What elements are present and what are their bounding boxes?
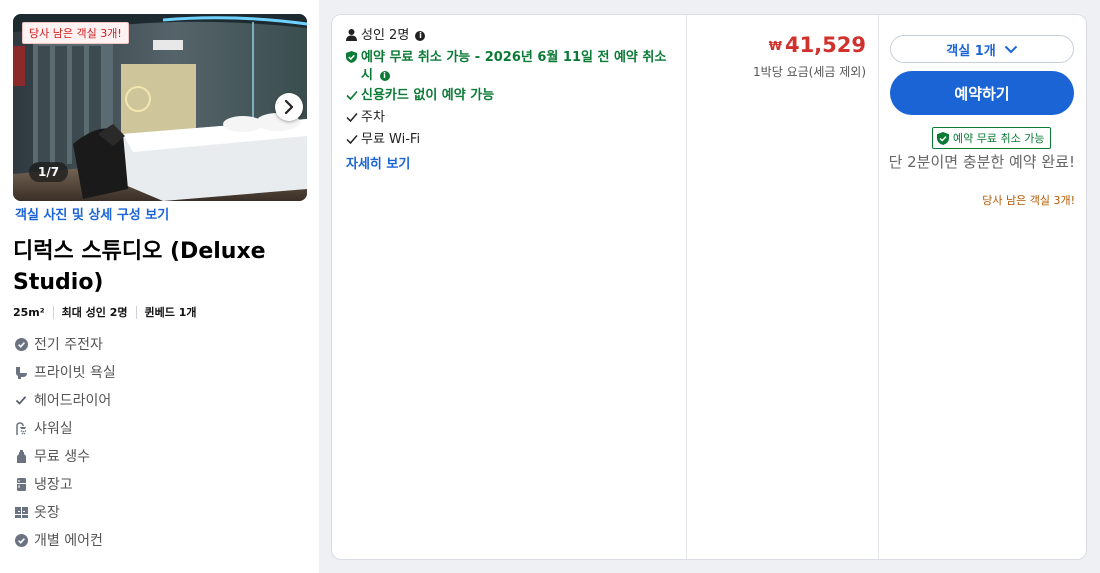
check-circle-icon <box>14 533 28 547</box>
scarcity-badge: 당사 남은 객실 3개! <box>22 22 129 44</box>
feature-guests: 성인 2명 i <box>346 27 676 47</box>
no-card-text: 신용카드 없이 예약 가능 <box>361 88 495 103</box>
price-note: 1박당 요금(세금 제외) <box>753 65 866 79</box>
info-icon[interactable]: i <box>415 31 426 41</box>
amenity-label: 프라이빗 욕실 <box>34 365 116 381</box>
room-count-label: 객실 1개 <box>946 43 996 59</box>
price: ₩41,529 <box>769 33 866 57</box>
amenity-label: 무료 생수 <box>34 449 90 465</box>
cancel-policy-text: 예약 무료 취소 가능 - 2026년 6월 11일 전 예약 취소 시 <box>361 50 667 83</box>
wardrobe-icon <box>14 505 28 519</box>
check-circle-icon <box>14 337 28 351</box>
room-capacity: 최대 성인 2명 <box>52 306 136 319</box>
shield-check-icon <box>346 49 361 69</box>
amenity-item: 헤어드라이어 <box>14 386 116 414</box>
room-title: 디럭스 스튜디오 (Deluxe Studio) <box>13 239 266 295</box>
amenity-item: 개별 에어컨 <box>14 526 116 554</box>
wifi-text: 무료 Wi-Fi <box>361 132 421 147</box>
amenity-label: 헤어드라이어 <box>34 393 112 409</box>
amenity-item: 옷장 <box>14 498 116 526</box>
chevron-down-icon <box>1004 45 1017 53</box>
details-link[interactable]: 자세히 보기 <box>346 153 676 172</box>
amenity-item: 무료 생수 <box>14 442 116 470</box>
bottle-icon <box>14 449 28 463</box>
amenity-label: 샤워실 <box>34 421 73 437</box>
chevron-right-icon <box>284 100 294 114</box>
free-cancel-badge: 예약 무료 취소 가능 <box>932 127 1052 149</box>
info-icon[interactable]: i <box>379 71 390 81</box>
currency-symbol: ₩ <box>768 39 782 53</box>
room-specs: 25m² 최대 성인 2명 퀸베드 1개 <box>13 306 204 319</box>
amenity-item: 전기 주전자 <box>14 330 116 358</box>
amenity-label: 전기 주전자 <box>34 337 103 353</box>
toilet-icon <box>14 365 28 379</box>
amenity-item: 냉장고 <box>14 470 116 498</box>
check-icon <box>346 131 361 151</box>
check-icon <box>346 87 361 107</box>
room-photos-link[interactable]: 객실 사진 및 상세 구성 보기 <box>15 204 169 223</box>
parking-text: 주차 <box>361 110 385 125</box>
amenity-item: 프라이빗 욕실 <box>14 358 116 386</box>
amenities-list: 전기 주전자 프라이빗 욕실 헤어드라이어 샤워실 무료 생수 냉장고 옷장 개… <box>14 330 116 554</box>
fridge-icon <box>14 477 28 491</box>
check-icon <box>14 393 28 407</box>
next-photo-button[interactable] <box>275 93 303 121</box>
column-divider <box>878 15 879 559</box>
amenity-label: 냉장고 <box>34 477 73 493</box>
feature-parking: 주차 <box>346 109 676 129</box>
shower-icon <box>14 421 28 435</box>
shield-check-icon <box>937 131 949 145</box>
quick-booking-text: 단 2분이면 충분한 예약 완료! <box>888 153 1075 171</box>
room-size: 25m² <box>13 306 45 319</box>
person-icon <box>346 27 361 47</box>
feature-no-card: 신용카드 없이 예약 가능 <box>346 87 676 107</box>
price-amount: 41,529 <box>784 33 866 57</box>
rooms-left-text: 당사 남은 객실 3개! <box>982 194 1075 207</box>
offer-features: 성인 2명 i 예약 무료 취소 가능 - 2026년 6월 11일 전 예약 … <box>346 27 676 172</box>
offer-card: 성인 2명 i 예약 무료 취소 가능 - 2026년 6월 11일 전 예약 … <box>331 14 1087 560</box>
room-info-panel: 당사 남은 객실 3개! 1/7 객실 사진 및 상세 구성 보기 디럭스 스튜… <box>0 0 319 573</box>
photo-counter: 1/7 <box>29 162 69 182</box>
guests-label: 성인 2명 <box>361 28 410 43</box>
amenity-label: 개별 에어컨 <box>34 533 103 549</box>
free-cancel-label: 예약 무료 취소 가능 <box>953 132 1045 145</box>
column-divider <box>686 15 687 559</box>
check-icon <box>346 109 361 129</box>
feature-wifi: 무료 Wi-Fi <box>346 131 676 151</box>
amenity-item: 샤워실 <box>14 414 116 442</box>
room-bed: 퀸베드 1개 <box>135 306 205 319</box>
feature-free-cancel: 예약 무료 취소 가능 - 2026년 6월 11일 전 예약 취소 시 i <box>346 49 676 85</box>
amenity-label: 옷장 <box>34 505 60 521</box>
room-count-select[interactable]: 객실 1개 <box>890 35 1074 63</box>
book-button[interactable]: 예약하기 <box>890 71 1074 115</box>
